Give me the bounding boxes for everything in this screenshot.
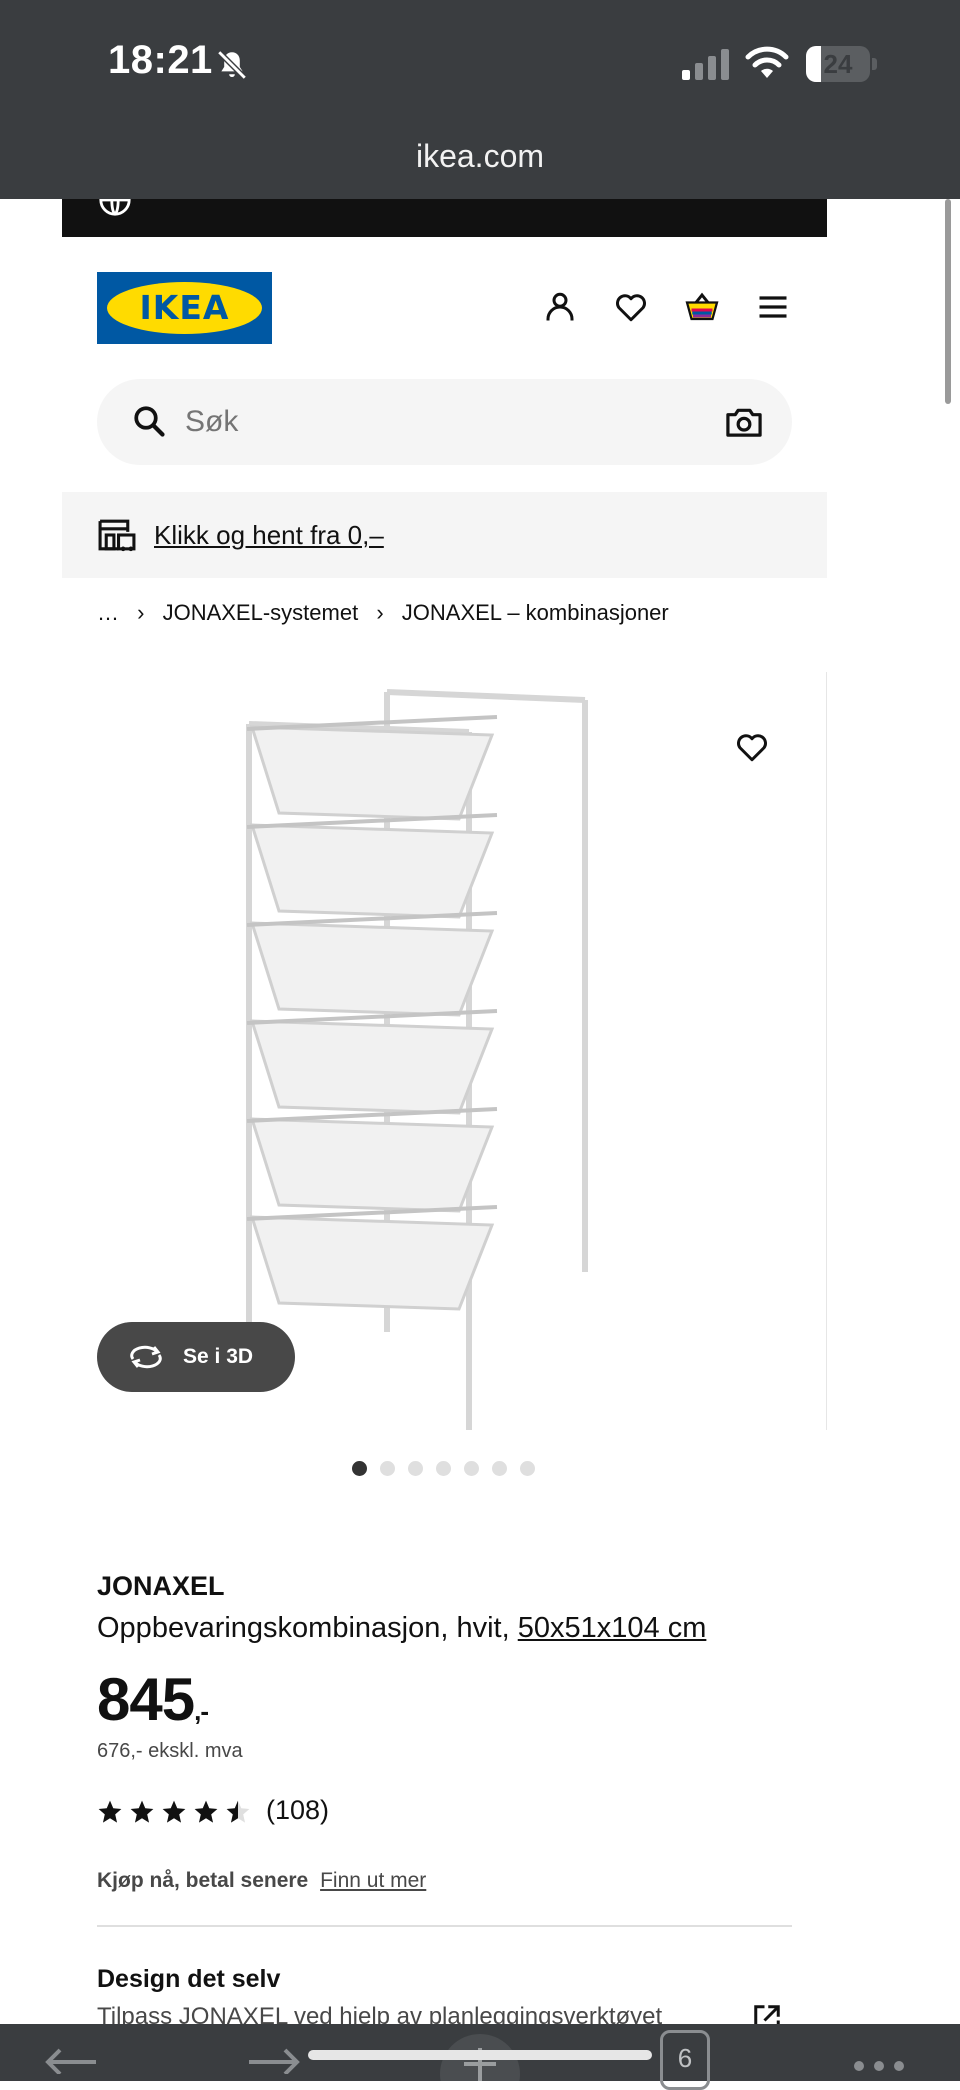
click-collect-link[interactable]: Klikk og hent fra 0,– [154,492,384,578]
tabs-count-button[interactable]: 6 [660,2030,710,2090]
heart-icon[interactable] [613,289,649,325]
product-description: Oppbevaringskombinasjon, hvit, 50x51x104… [97,1612,707,1644]
star-icon [226,1800,250,1823]
site-header: IKEA [62,237,827,377]
breadcrumb-item-combinations[interactable]: JONAXEL – kombinasjoner [402,600,669,626]
learn-more-link[interactable]: Finn ut mer [320,1869,426,1892]
search-bar[interactable] [97,379,792,465]
carousel-dot[interactable] [464,1461,479,1476]
star-icon [130,1800,154,1823]
user-icon[interactable] [542,289,578,325]
bell-muted-icon [217,50,247,80]
breadcrumb: … › JONAXEL-systemet › JONAXEL – kombina… [97,599,669,635]
forward-arrow-icon[interactable] [245,2034,305,2074]
breadcrumb-item-ellipsis[interactable]: … [97,600,119,626]
search-input[interactable] [185,379,665,465]
design-section-title[interactable]: Design det selv [97,1965,280,1994]
search-icon [134,406,165,437]
product-price: 845,- [97,1666,209,1733]
cellular-signal-icon [682,49,729,80]
status-time: 18:21 [108,38,213,82]
menu-icon[interactable] [755,289,791,325]
ikea-logo[interactable]: IKEA [97,272,272,344]
wire-basket [249,725,495,821]
wire-basket [249,921,495,1017]
wire-basket [249,1215,495,1311]
carousel-dot[interactable] [436,1461,451,1476]
chevron-right-icon: › [376,600,384,626]
price-excluding-vat: 676,- ekskl. mva [97,1740,243,1762]
chevron-right-icon: › [137,600,145,626]
battery-percentage: 24 [823,49,853,79]
view-in-3d-label: Se i 3D [183,1345,254,1368]
click-collect-banner: Klikk og hent fra 0,– [62,492,827,578]
product-image[interactable] [97,672,827,1430]
wire-basket [249,1117,495,1213]
carousel-dot[interactable] [492,1461,507,1476]
add-to-favourites-icon[interactable] [734,729,770,765]
top-info-strip [62,199,827,237]
rotate-3d-icon [130,1345,162,1369]
status-bar: 18:21 24 ikea.com [0,0,960,199]
star-icon [162,1800,186,1823]
product-name: JONAXEL [97,1571,225,1601]
product-dimensions-link[interactable]: 50x51x104 cm [518,1612,707,1644]
address-bar-url[interactable]: ikea.com [0,138,960,175]
carousel-dot[interactable] [380,1461,395,1476]
more-options-icon[interactable] [844,2034,914,2074]
wire-basket [249,823,495,919]
carousel-dot[interactable] [352,1461,367,1476]
star-icon [194,1800,218,1823]
carousel-dot[interactable] [408,1461,423,1476]
section-divider [97,1925,792,1927]
star-icon [98,1800,122,1823]
image-divider [826,672,827,1430]
page-scrollbar[interactable] [945,199,951,404]
buy-now-pay-later: Kjøp nå, betal senere Finn ut mer [97,1869,427,1892]
review-count[interactable]: (108) [266,1795,329,1826]
wire-basket [249,1019,495,1115]
battery-indicator: 24 [806,46,877,82]
wifi-icon [745,46,789,78]
carousel-dot[interactable] [520,1461,535,1476]
home-indicator [308,2050,652,2060]
camera-icon[interactable] [725,404,763,440]
back-arrow-icon[interactable] [40,2034,100,2074]
globe-icon [99,199,131,216]
basket-icon[interactable] [684,289,720,325]
view-in-3d-button[interactable]: Se i 3D [97,1322,295,1392]
breadcrumb-item-system[interactable]: JONAXEL-systemet [163,600,359,626]
store-icon [98,519,136,552]
